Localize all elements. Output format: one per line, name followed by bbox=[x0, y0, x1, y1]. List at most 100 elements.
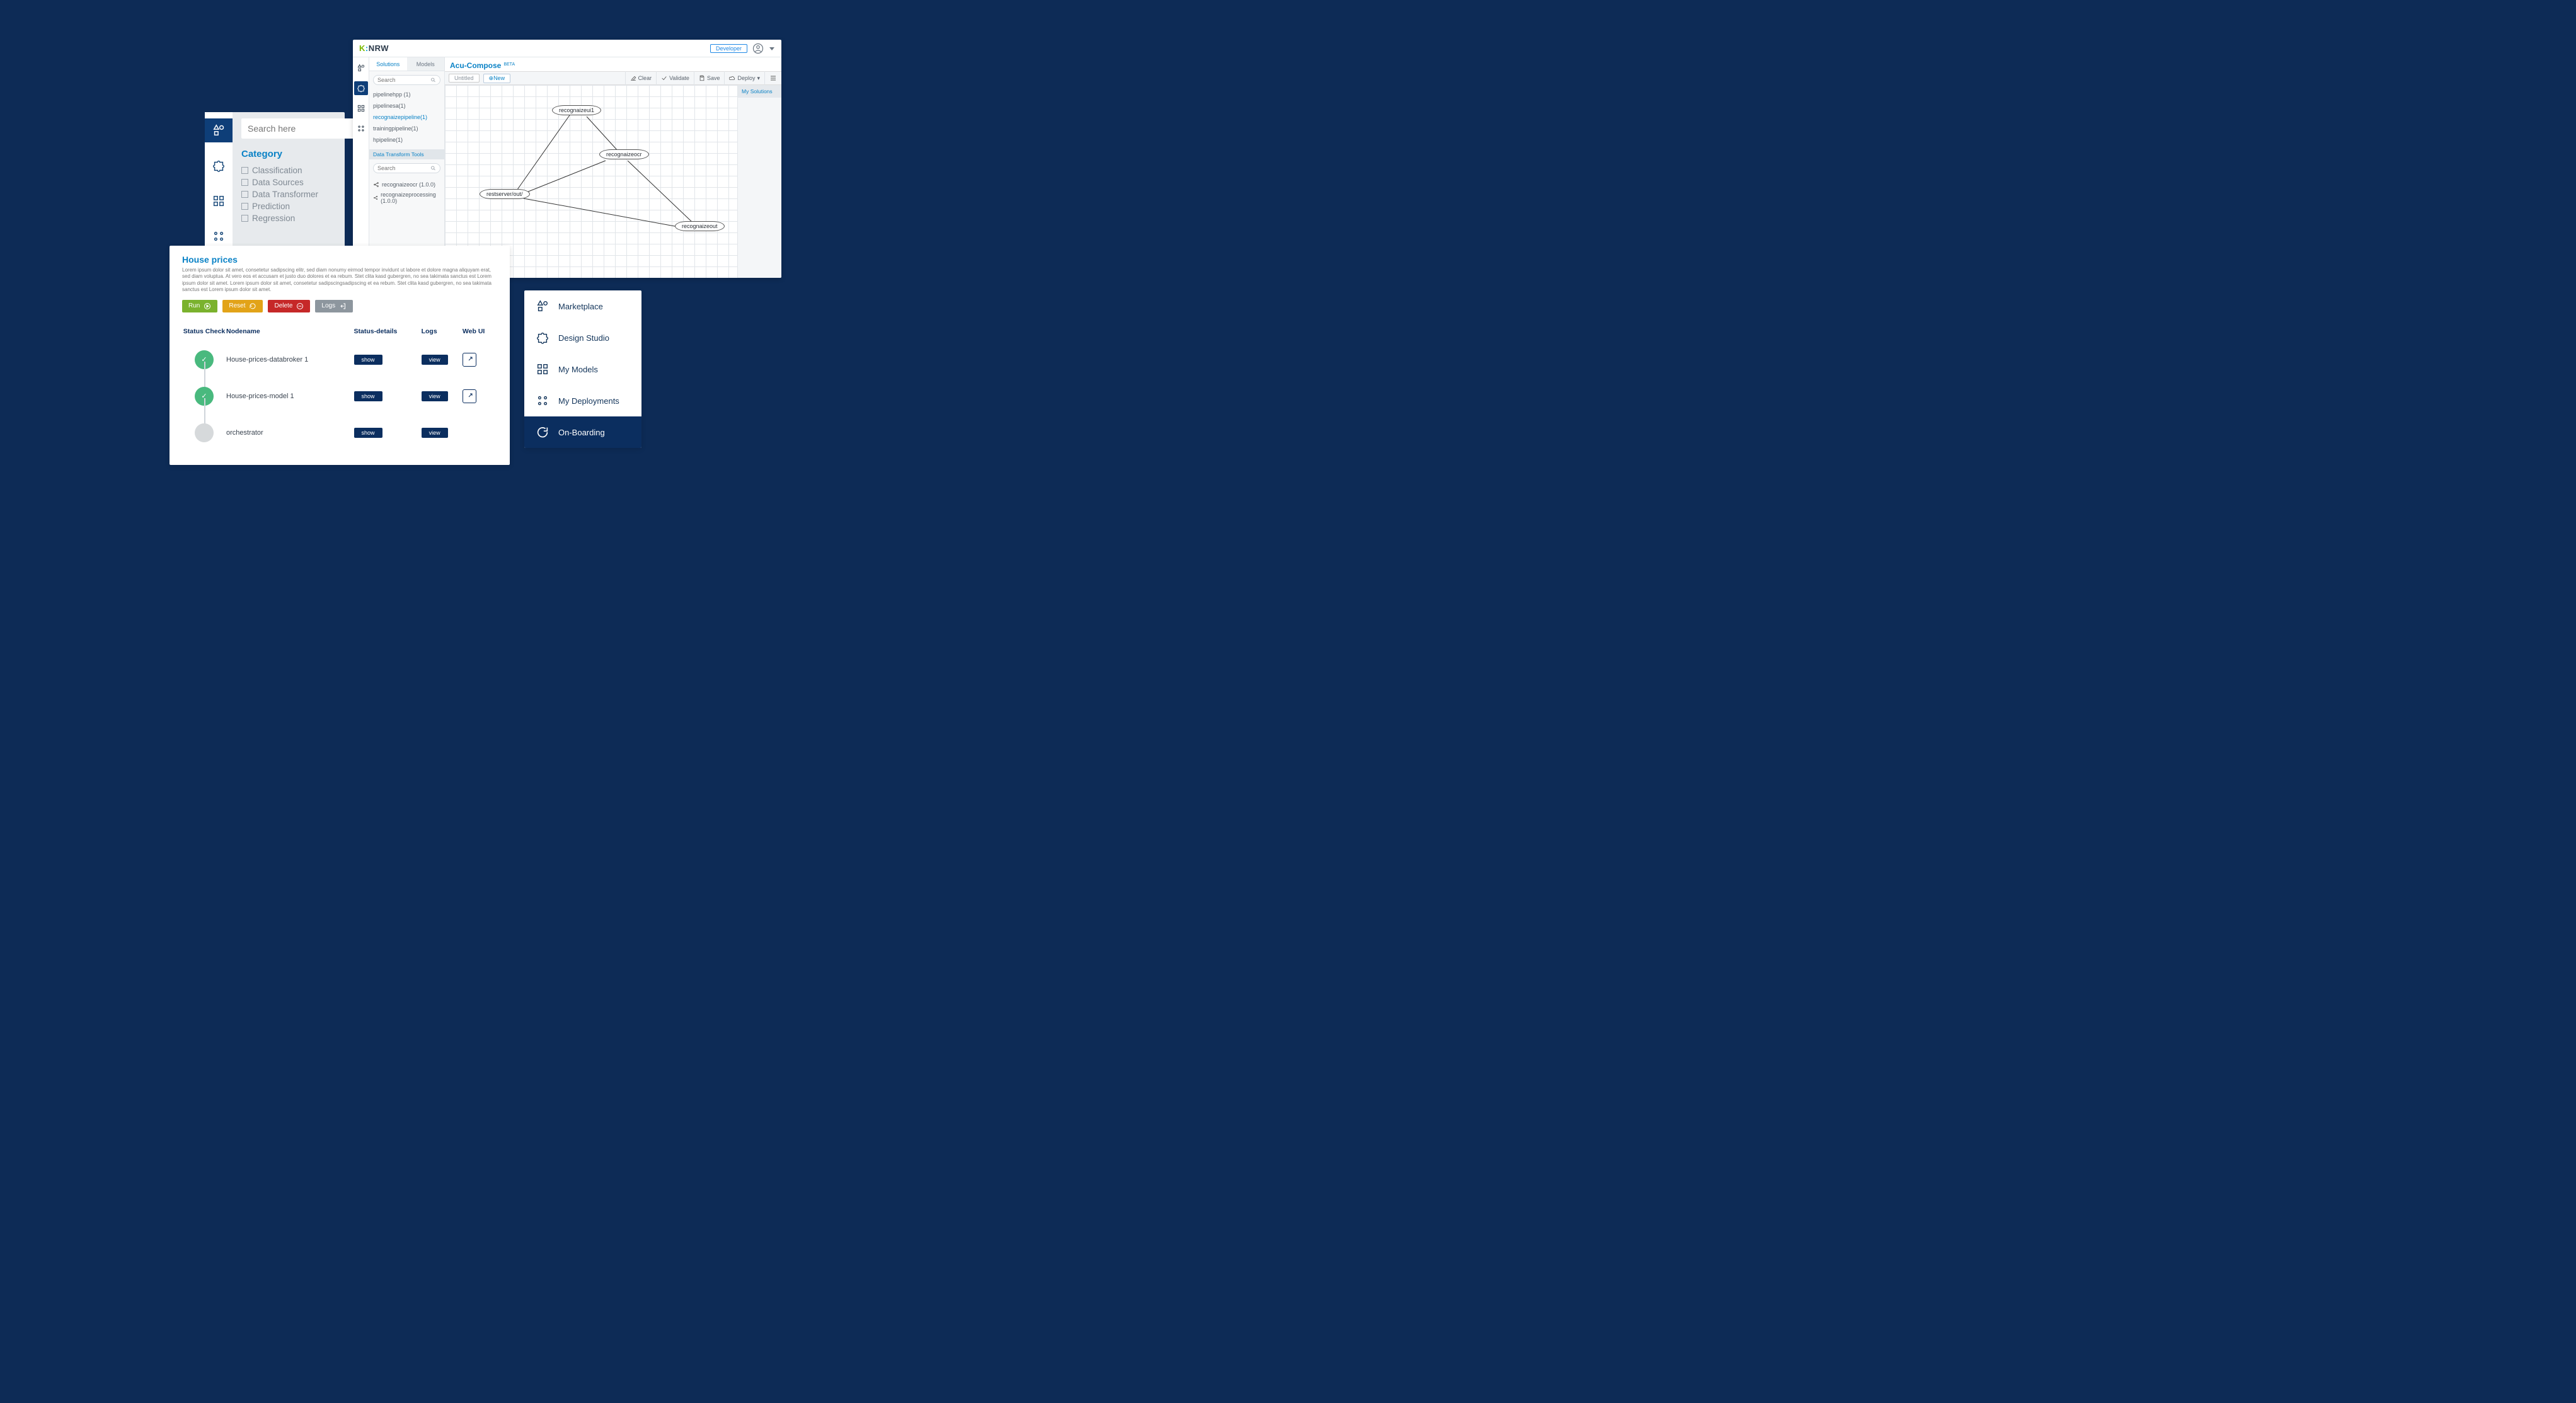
rail-shapes[interactable] bbox=[205, 118, 233, 142]
shapes-icon bbox=[212, 123, 226, 137]
tools-search-input[interactable] bbox=[377, 165, 430, 171]
show-button[interactable]: show bbox=[354, 391, 382, 401]
view-button[interactable]: view bbox=[422, 391, 448, 401]
clear-label: Clear bbox=[638, 75, 652, 81]
save-button[interactable]: Save bbox=[694, 71, 725, 85]
checkbox-icon[interactable] bbox=[241, 203, 248, 210]
shapes-icon bbox=[357, 64, 365, 72]
studio-rail-shapes[interactable] bbox=[354, 61, 368, 75]
checkbox-icon[interactable] bbox=[241, 215, 248, 222]
category-label: Regression bbox=[252, 214, 295, 223]
webui-button[interactable] bbox=[463, 389, 476, 403]
view-button[interactable]: view bbox=[422, 355, 448, 365]
brand-logo: K:NRW bbox=[359, 43, 389, 53]
studio-topbar: K:NRW Developer bbox=[353, 40, 781, 57]
show-button[interactable]: show bbox=[354, 428, 382, 438]
reset-button[interactable]: Reset bbox=[222, 300, 263, 312]
external-link-icon bbox=[466, 392, 473, 400]
nav-my-models[interactable]: My Models bbox=[524, 353, 641, 385]
canvas-node[interactable]: recognaizeocr bbox=[599, 149, 649, 159]
cell-nodename: House-prices-model 1 bbox=[226, 378, 354, 415]
new-button[interactable]: ⊕New bbox=[483, 74, 511, 83]
view-button[interactable]: view bbox=[422, 428, 448, 438]
nav-marketplace[interactable]: Marketplace bbox=[524, 290, 641, 322]
canvas-wrap: Acu-Compose BETA Untitled ⊕New Clear Val… bbox=[445, 57, 781, 278]
tool-label: recognaizeprocessing (1.0.0) bbox=[381, 192, 440, 204]
show-button[interactable]: show bbox=[354, 355, 382, 365]
table-row: ✓ House-prices-model 1 show view bbox=[182, 378, 497, 415]
main-nav: Marketplace Design Studio My Models My D… bbox=[524, 290, 641, 448]
filter-search-input[interactable] bbox=[248, 123, 362, 134]
status-pending-icon bbox=[195, 423, 214, 442]
chevron-down-icon[interactable] bbox=[769, 45, 775, 52]
studio-rail-puzzle[interactable] bbox=[354, 81, 368, 95]
webui-button[interactable] bbox=[463, 353, 476, 367]
canvas-node[interactable]: recognaizeui1 bbox=[552, 105, 601, 115]
user-icon[interactable] bbox=[752, 43, 764, 54]
cloud-icon bbox=[729, 75, 735, 81]
checkbox-icon[interactable] bbox=[241, 191, 248, 198]
canvas-toolbar: Untitled ⊕New Clear Validate Save Deploy… bbox=[445, 71, 781, 85]
pipeline-item[interactable]: hpipeline(1) bbox=[373, 134, 440, 146]
grid-icon bbox=[212, 194, 226, 208]
eraser-icon bbox=[630, 75, 636, 81]
tab-solutions[interactable]: Solutions bbox=[369, 57, 407, 71]
canvas-node[interactable]: restserver/out/ bbox=[480, 189, 530, 199]
search-icon bbox=[430, 77, 436, 83]
dots-icon bbox=[212, 229, 226, 243]
nav-onboarding[interactable]: On-Boarding bbox=[524, 416, 641, 448]
studio-rail-dots[interactable] bbox=[354, 122, 368, 135]
grid-icon bbox=[536, 362, 549, 376]
nav-my-deployments[interactable]: My Deployments bbox=[524, 385, 641, 416]
rail-dots[interactable] bbox=[205, 224, 233, 248]
canvas-title: Acu-Compose bbox=[450, 61, 501, 70]
shapes-icon bbox=[536, 299, 549, 313]
share-icon bbox=[373, 181, 379, 188]
logs-button[interactable]: Logs bbox=[315, 300, 353, 312]
logout-icon bbox=[339, 302, 347, 310]
reset-label: Reset bbox=[229, 302, 245, 309]
new-label: New bbox=[493, 75, 505, 81]
file-tab-untitled[interactable]: Untitled bbox=[449, 74, 480, 83]
clear-button[interactable]: Clear bbox=[625, 71, 657, 85]
category-label: Data Transformer bbox=[252, 190, 318, 199]
minus-circle-icon bbox=[296, 302, 304, 310]
tool-label: recognaizeocr (1.0.0) bbox=[382, 181, 435, 188]
menu-icon bbox=[769, 74, 777, 82]
checkbox-icon[interactable] bbox=[241, 167, 248, 174]
play-icon bbox=[204, 302, 211, 310]
canvas-node[interactable]: recognaizeout bbox=[675, 221, 725, 231]
delete-button[interactable]: Delete bbox=[268, 300, 310, 312]
pipeline-search[interactable] bbox=[373, 75, 440, 85]
nav-label: My Deployments bbox=[558, 396, 619, 406]
checkbox-icon[interactable] bbox=[241, 179, 248, 186]
pipeline-item[interactable]: trainingpipeline(1) bbox=[373, 123, 440, 134]
deploy-button[interactable]: Deploy ▾ bbox=[724, 71, 764, 85]
nav-design-studio[interactable]: Design Studio bbox=[524, 322, 641, 353]
tool-item[interactable]: recognaizeprocessing (1.0.0) bbox=[373, 190, 440, 206]
tool-item[interactable]: recognaizeocr (1.0.0) bbox=[373, 180, 440, 190]
developer-badge[interactable]: Developer bbox=[710, 44, 747, 53]
pipeline-item[interactable]: pipelinesa(1) bbox=[373, 100, 440, 112]
share-icon bbox=[373, 195, 378, 201]
pipeline-item[interactable]: recognaizepipeline(1) bbox=[373, 112, 440, 123]
category-label: Prediction bbox=[252, 202, 290, 211]
validate-button[interactable]: Validate bbox=[656, 71, 694, 85]
rail-puzzle[interactable] bbox=[205, 154, 233, 178]
status-buttons: Run Reset Delete Logs bbox=[182, 300, 497, 312]
tools-search[interactable] bbox=[373, 163, 440, 173]
category-label: Data Sources bbox=[252, 178, 304, 187]
my-solutions-header: My Solutions bbox=[738, 85, 781, 98]
run-label: Run bbox=[188, 302, 200, 309]
pipeline-item[interactable]: pipelinehpp (1) bbox=[373, 89, 440, 100]
rail-grid[interactable] bbox=[205, 189, 233, 213]
puzzle-icon bbox=[536, 331, 549, 345]
status-table: Status Check Nodename Status-details Log… bbox=[182, 324, 497, 451]
tools-header: Data Transform Tools bbox=[369, 149, 444, 159]
studio-rail-grid[interactable] bbox=[354, 101, 368, 115]
tab-models[interactable]: Models bbox=[407, 57, 445, 71]
menu-button[interactable] bbox=[764, 71, 781, 85]
run-button[interactable]: Run bbox=[182, 300, 217, 312]
cell-nodename: orchestrator bbox=[226, 415, 354, 451]
pipeline-search-input[interactable] bbox=[377, 77, 430, 83]
